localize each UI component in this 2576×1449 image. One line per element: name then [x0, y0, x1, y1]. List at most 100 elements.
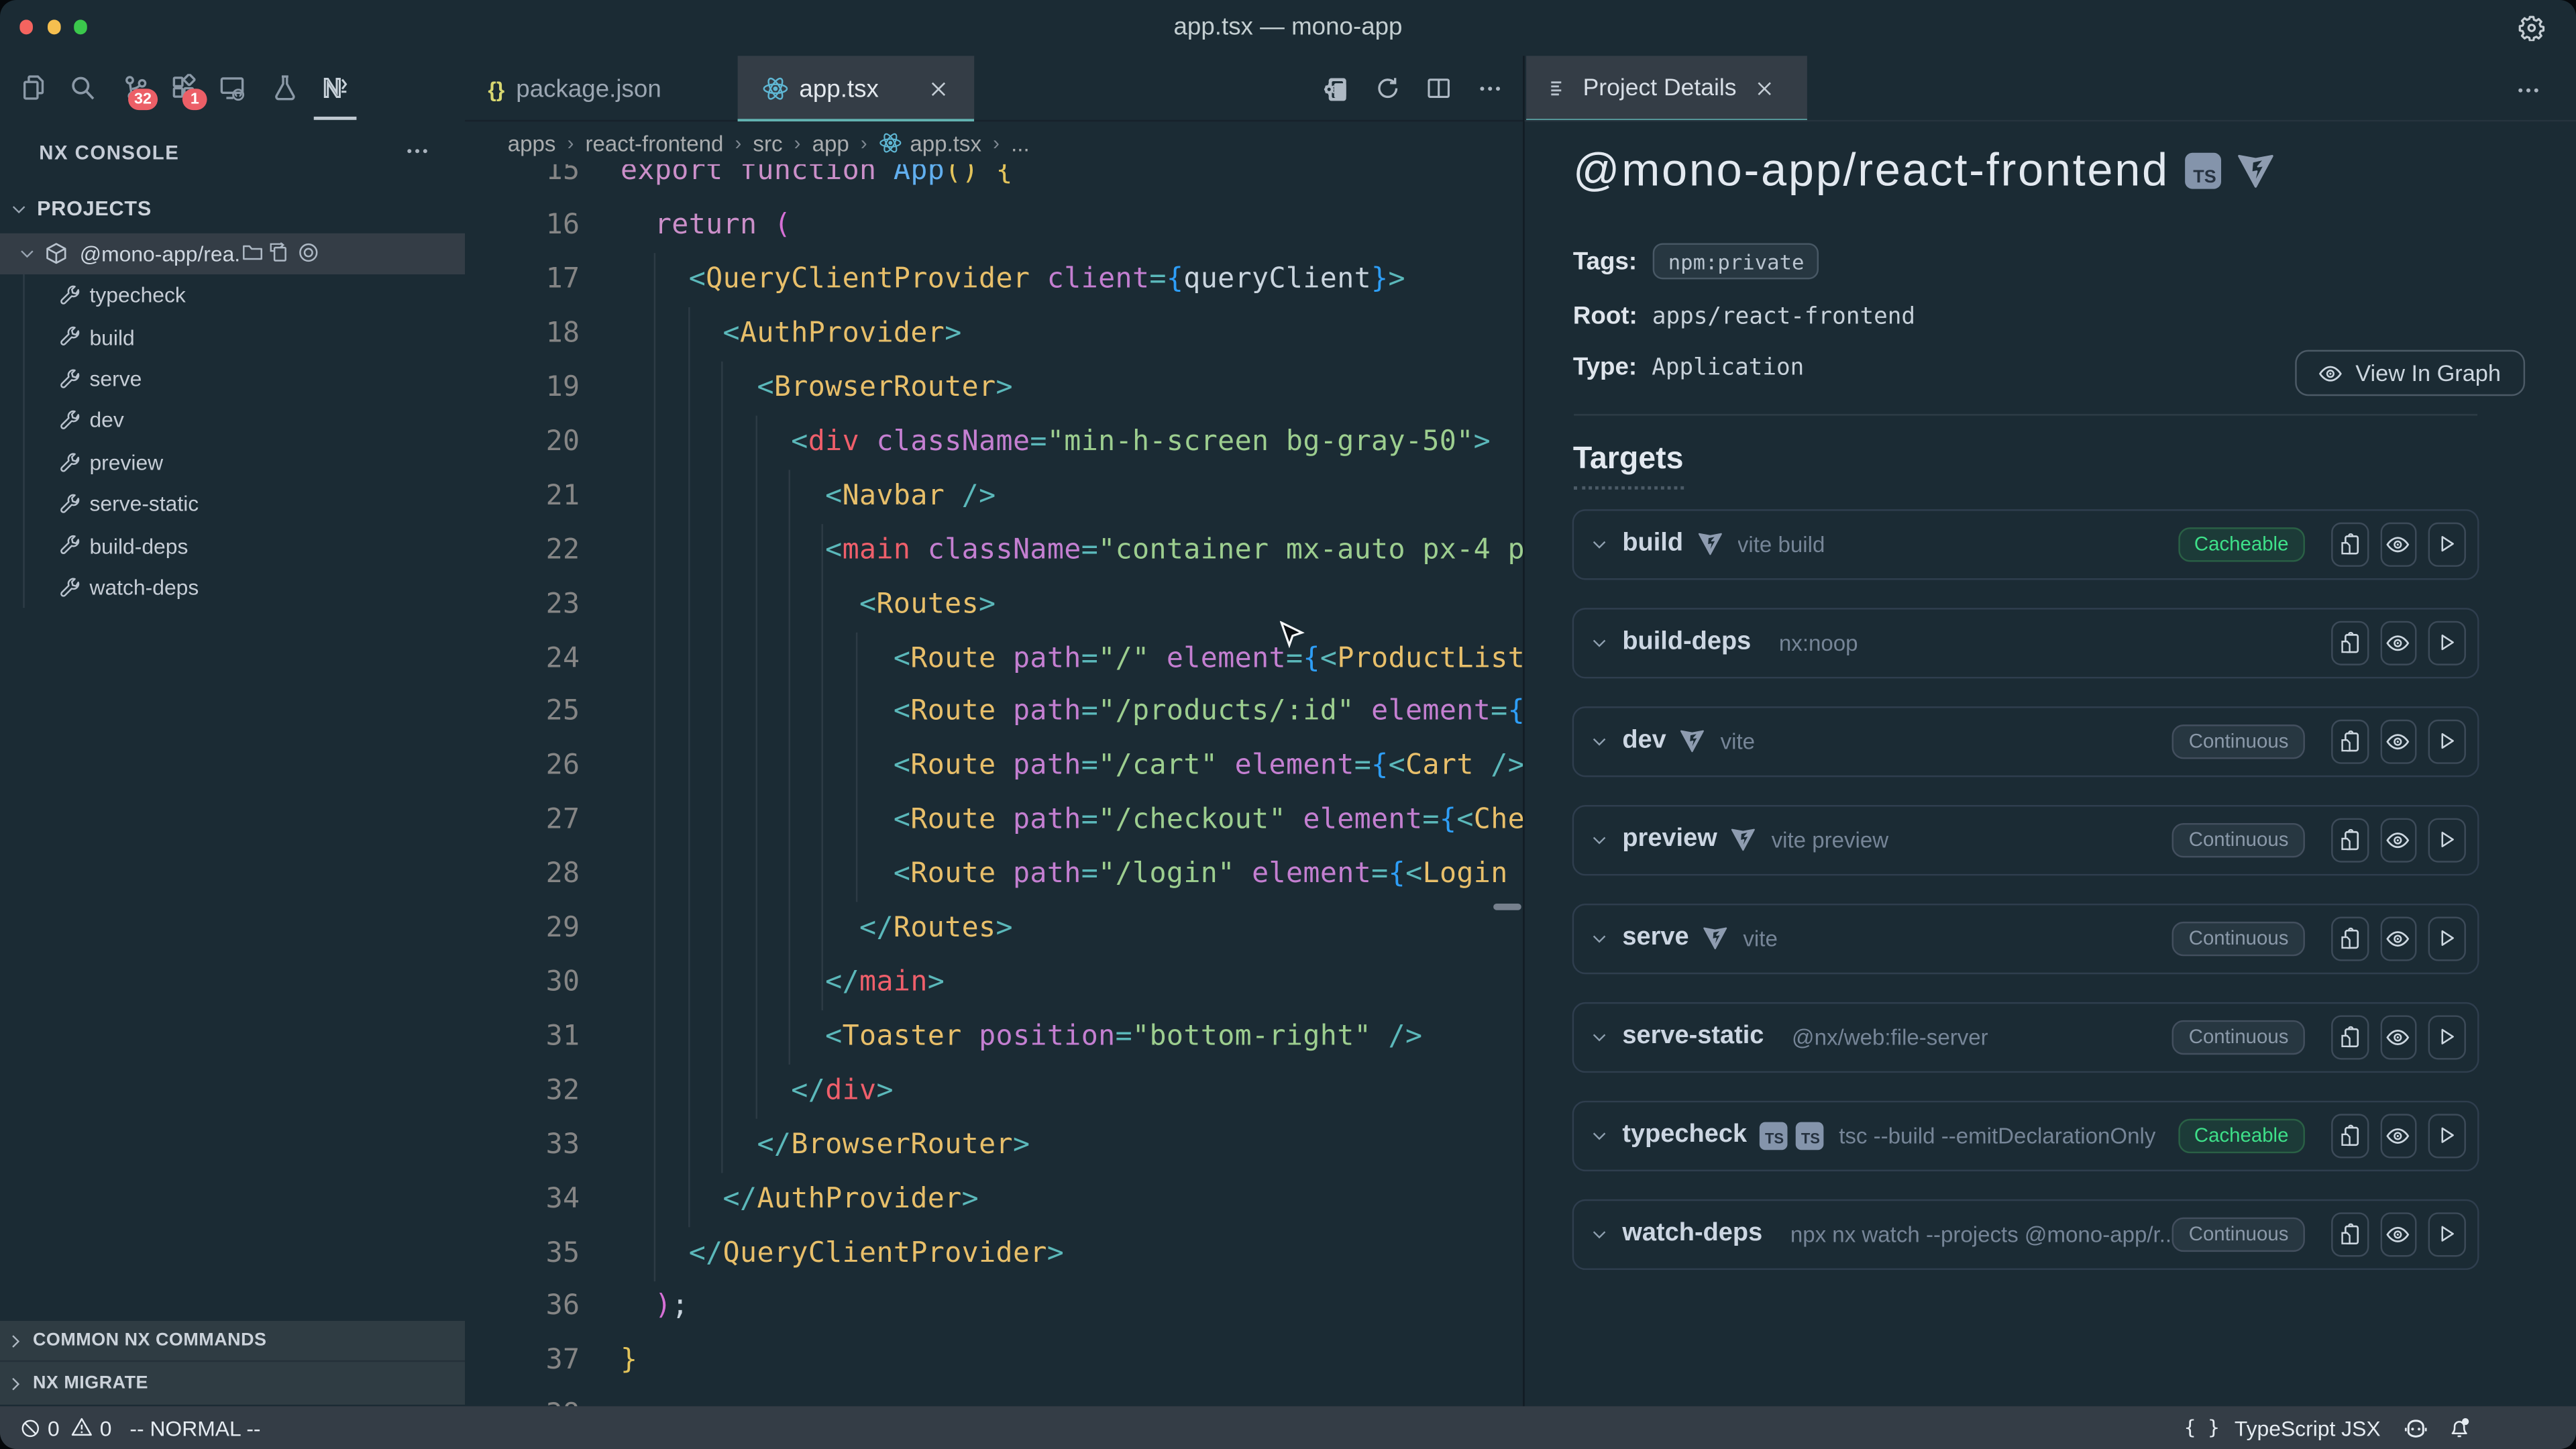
- tab-package-json[interactable]: {} package.json: [465, 56, 737, 121]
- view-task-button[interactable]: [2379, 523, 2416, 566]
- sidebar-more-actions-icon[interactable]: [406, 140, 429, 162]
- view-in-graph-button[interactable]: View In Graph: [2294, 350, 2524, 396]
- code-line-38: 38: [465, 1389, 1522, 1406]
- run-task-button[interactable]: [2428, 1114, 2465, 1157]
- horizontal-scrollbar[interactable]: [1494, 904, 1521, 910]
- open-preview-icon[interactable]: [1320, 74, 1348, 103]
- line-number: 27: [465, 794, 580, 849]
- tab-app-tsx[interactable]: app.tsx: [737, 56, 973, 121]
- copy-task-button[interactable]: [2331, 818, 2368, 862]
- copy-task-button[interactable]: [2331, 621, 2368, 665]
- code-line-26: 26 <Route path="/cart" element={<Cart />…: [465, 740, 1522, 794]
- run-task-button[interactable]: [2428, 1015, 2465, 1059]
- copy-task-button[interactable]: [2331, 917, 2368, 961]
- tree-item-target-build[interactable]: build: [0, 316, 465, 358]
- split-editor-icon[interactable]: [1426, 76, 1452, 101]
- run-task-button[interactable]: [2428, 720, 2465, 763]
- target-command: vite: [1721, 729, 1755, 754]
- chevron-down-icon[interactable]: [1589, 1028, 1607, 1046]
- run-task-button[interactable]: [2428, 523, 2465, 566]
- refresh-icon[interactable]: [1375, 76, 1400, 101]
- section-common-nx-commands[interactable]: COMMON NX COMMANDS: [0, 1320, 465, 1362]
- view-task-button[interactable]: [2379, 917, 2416, 961]
- view-task-button[interactable]: [2379, 720, 2416, 763]
- target-card-watch-deps: watch-depsnpx nx watch --projects @mono-…: [1571, 1199, 2478, 1269]
- copy-task-icon[interactable]: [268, 242, 290, 264]
- reveal-folder-icon[interactable]: [241, 242, 263, 264]
- code-line-15: 15export function App() {: [465, 164, 1522, 199]
- zoom-window-button[interactable]: [74, 20, 88, 34]
- breadcrumb-item[interactable]: react-frontend: [586, 131, 724, 156]
- tree-item-target-preview[interactable]: preview: [0, 441, 465, 483]
- copy-task-button[interactable]: [2331, 1114, 2368, 1157]
- run-task-button[interactable]: [2428, 621, 2465, 665]
- wrench-icon: [59, 576, 81, 598]
- close-window-button[interactable]: [19, 20, 34, 34]
- files-activity-icon[interactable]: [19, 74, 47, 102]
- type-value: Application: [1652, 354, 1804, 380]
- warnings-count[interactable]: 0: [100, 1415, 112, 1440]
- chevron-down-icon[interactable]: [1589, 1126, 1607, 1144]
- target-card-typecheck: typecheckTSTStsc --build --emitDeclarati…: [1571, 1101, 2478, 1171]
- breadcrumb-item[interactable]: app: [812, 131, 849, 156]
- code-editor[interactable]: 15export function App() {16 return (17 <…: [465, 164, 1522, 1406]
- warnings-icon[interactable]: [71, 1417, 93, 1439]
- copy-task-button[interactable]: [2331, 523, 2368, 566]
- run-task-button[interactable]: [2428, 917, 2465, 961]
- react-file-icon: [879, 131, 902, 154]
- view-task-button[interactable]: [2379, 818, 2416, 862]
- chevron-down-icon[interactable]: [1589, 930, 1607, 948]
- remote-explorer-activity-icon[interactable]: [219, 74, 248, 102]
- tab-project-details[interactable]: Project Details: [1525, 56, 1807, 121]
- panel-more-actions-icon[interactable]: [2517, 79, 2540, 102]
- copilot-icon[interactable]: [2404, 1415, 2428, 1440]
- breadcrumb-item[interactable]: ...: [1011, 131, 1030, 156]
- view-in-graph-label: View In Graph: [2355, 360, 2501, 386]
- view-task-button[interactable]: [2379, 621, 2416, 665]
- errors-icon[interactable]: [19, 1417, 41, 1438]
- close-panel-icon[interactable]: [1754, 79, 1774, 99]
- tree-item-target-dev[interactable]: dev: [0, 400, 465, 441]
- more-actions-icon[interactable]: [1478, 77, 1501, 100]
- line-number: 22: [465, 524, 580, 578]
- code-line-31: 31 <Toaster position="bottom-right" />: [465, 1010, 1522, 1065]
- copy-task-button[interactable]: [2331, 1212, 2368, 1256]
- chevron-down-icon[interactable]: [1589, 634, 1607, 652]
- breadcrumb-item[interactable]: src: [753, 131, 782, 156]
- testing-activity-icon[interactable]: [271, 74, 299, 102]
- tree-item-target-typecheck[interactable]: typecheck: [0, 274, 465, 316]
- view-task-button[interactable]: [2379, 1015, 2416, 1059]
- close-tab-icon[interactable]: [928, 78, 949, 99]
- copy-task-button[interactable]: [2331, 1015, 2368, 1059]
- view-task-button[interactable]: [2379, 1114, 2416, 1157]
- breadcrumb-item[interactable]: apps: [508, 131, 556, 156]
- tree-item-target-build-deps[interactable]: build-deps: [0, 525, 465, 566]
- section-nx-migrate[interactable]: NX MIGRATE: [0, 1362, 465, 1405]
- chevron-down-icon[interactable]: [1589, 733, 1607, 751]
- chevron-down-icon[interactable]: [1589, 831, 1607, 849]
- view-task-button[interactable]: [2379, 1212, 2416, 1256]
- minimize-window-button[interactable]: [47, 20, 61, 34]
- tree-item-target-serve[interactable]: serve: [0, 358, 465, 399]
- settings-gear-icon[interactable]: [2518, 15, 2544, 41]
- tree-item-target-serve-static[interactable]: serve-static: [0, 483, 465, 525]
- tree-section-projects[interactable]: PROJECTS: [0, 189, 465, 230]
- search-activity-icon[interactable]: [68, 74, 97, 102]
- breadcrumb-item[interactable]: app.tsx: [910, 131, 981, 156]
- chevron-down-icon[interactable]: [1589, 1225, 1607, 1243]
- tree-item-project[interactable]: @mono-app/rea...: [0, 233, 465, 274]
- project-name: @mono-app/rea...: [80, 241, 239, 266]
- type-label: Type:: [1573, 354, 1637, 382]
- nx-console-activity-icon[interactable]: [320, 74, 348, 102]
- notifications-bell-icon[interactable]: [2448, 1416, 2471, 1439]
- run-task-button[interactable]: [2428, 1212, 2465, 1256]
- line-number: 18: [465, 307, 580, 362]
- run-task-button[interactable]: [2428, 818, 2465, 862]
- tree-item-target-watch-deps[interactable]: watch-deps: [0, 566, 465, 608]
- window-title: app.tsx — mono-app: [959, 0, 1617, 56]
- copy-task-button[interactable]: [2331, 720, 2368, 763]
- view-in-graph-icon[interactable]: [297, 242, 319, 264]
- chevron-down-icon[interactable]: [1589, 535, 1607, 553]
- errors-count[interactable]: 0: [48, 1415, 60, 1440]
- language-indicator[interactable]: TypeScript JSX: [2235, 1415, 2381, 1440]
